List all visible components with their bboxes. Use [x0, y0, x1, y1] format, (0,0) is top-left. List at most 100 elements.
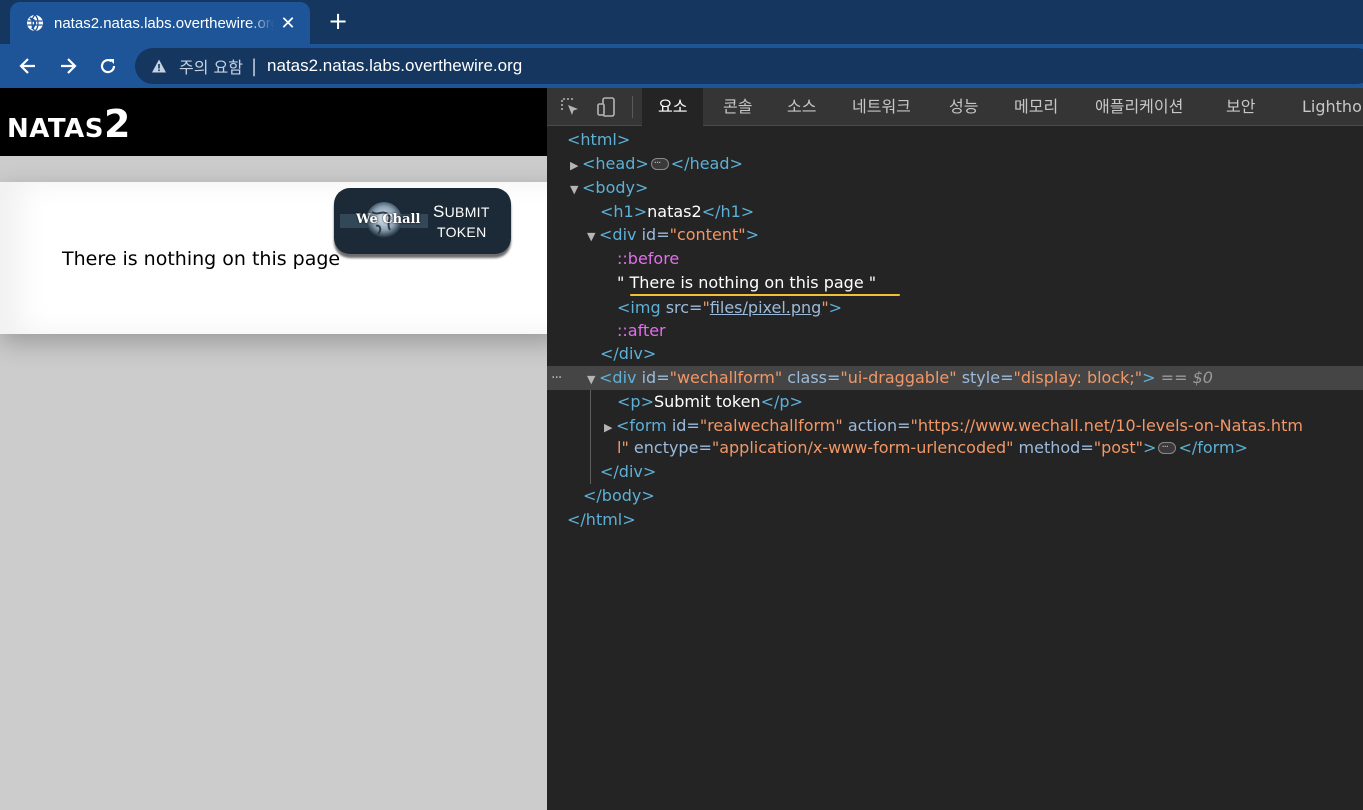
expand-triangle-icon[interactable]: ▶: [604, 416, 616, 440]
attr-value: "realwechallform": [699, 416, 843, 435]
tag-end: >: [828, 298, 843, 317]
dom-line-h1[interactable]: <h1>natas2</h1>: [600, 200, 1360, 224]
tab-performance[interactable]: 성능: [949, 88, 978, 126]
img-open-tag: <img: [617, 298, 661, 317]
reload-icon[interactable]: [94, 52, 122, 80]
attr-value: "https://www.wechall.net/10-levels-on-Na…: [910, 416, 1303, 435]
div-open-tag: <div: [599, 225, 637, 244]
dom-line-div-close[interactable]: </div>: [600, 342, 1360, 366]
pseudo-before: ::before: [617, 249, 680, 268]
attr-value: "wechallform": [669, 368, 783, 387]
tab-lighthouse[interactable]: Lighthouse: [1302, 88, 1363, 126]
html-open-tag: <html>: [567, 130, 631, 149]
security-warning-label[interactable]: 주의 요함: [179, 54, 243, 78]
close-icon[interactable]: ✕: [278, 13, 298, 34]
globe-icon: [27, 14, 43, 32]
submit-rest: UBMIT: [444, 204, 490, 220]
plus-icon[interactable]: +: [326, 8, 350, 34]
attr-value-cont: l": [617, 438, 629, 457]
attr-name: id: [641, 225, 657, 244]
tab-console[interactable]: 콘솔: [723, 88, 752, 126]
tab-sources[interactable]: 소스: [787, 88, 816, 126]
submit-first-letter: S: [433, 202, 445, 221]
dom-line-p[interactable]: <p>Submit token</p>: [617, 390, 1357, 414]
page-header: NATAS2: [0, 88, 547, 156]
wechall-submit-token-button[interactable]: We Chall SUBMIT TOKEN: [334, 188, 511, 254]
dom-line-text-node[interactable]: " There is nothing on this page ": [617, 271, 1357, 295]
dom-line-img[interactable]: <img src="files/pixel.png">: [617, 296, 1357, 320]
dom-line-body-open[interactable]: ▼ <body>: [570, 176, 1360, 200]
tab-memory[interactable]: 메모리: [1014, 88, 1058, 126]
tag-end: >: [1143, 438, 1157, 457]
quote-close: ": [868, 273, 877, 292]
div-close-tag: </div>: [600, 344, 657, 363]
page-title: NATAS2: [7, 102, 131, 146]
tab-elements[interactable]: 요소: [642, 88, 704, 126]
dom-line-form-cont[interactable]: l" enctype="application/x-www-form-urlen…: [617, 436, 1357, 460]
img-src-link[interactable]: files/pixel.png: [710, 298, 822, 317]
token-label: TOKEN: [437, 224, 487, 240]
h1-open-tag: <h1>: [600, 202, 648, 221]
dom-line-div-content[interactable]: ▼ <div id="content">: [587, 223, 1357, 247]
browser-tab-active[interactable]: natas2.natas.labs.overthewire.org ✕: [10, 2, 310, 44]
tab-title: natas2.natas.labs.overthewire.org: [54, 14, 274, 32]
devtools-tabbar: 요소 콘솔 소스 네트워크 성능 메모리 애플리케이션 보안 Lighthous…: [547, 88, 1363, 126]
h1-close-tag: </h1>: [701, 202, 755, 221]
dom-line-form[interactable]: ▶ <form id="realwechallform" action="http…: [604, 414, 1360, 438]
arrow-left-icon[interactable]: [14, 52, 42, 80]
attr-name: src: [665, 298, 690, 317]
dom-line-head[interactable]: ▶<head> </head>: [570, 152, 1360, 176]
tab-strip: natas2.natas.labs.overthewire.org ✕ +: [0, 0, 1363, 44]
collapsed-ellipsis-icon[interactable]: [650, 152, 669, 176]
device-toolbar-icon[interactable]: [595, 96, 617, 118]
attr-value: "application/x-www-form-urlencoded": [711, 438, 1014, 457]
p-text: Submit token: [653, 392, 761, 411]
address-bar[interactable]: 주의 요함 | natas2.natas.labs.overthewire.or…: [135, 48, 1363, 84]
quote: ": [821, 298, 829, 317]
omnibox-separator: |: [250, 55, 258, 77]
tab-network[interactable]: 네트워크: [852, 88, 911, 126]
expand-triangle-icon[interactable]: ▶: [570, 154, 582, 178]
collapse-triangle-icon[interactable]: ▼: [587, 225, 599, 249]
dom-line-before[interactable]: ::before: [617, 247, 1357, 271]
attr-name: style: [961, 368, 1001, 387]
browser-toolbar: 주의 요함 | natas2.natas.labs.overthewire.or…: [0, 44, 1363, 88]
p-open-tag: <p>: [617, 392, 654, 411]
head-open-tag: <head>: [582, 154, 649, 173]
tab-security[interactable]: 보안: [1226, 88, 1255, 126]
tag-end: >: [745, 225, 759, 244]
collapse-triangle-icon[interactable]: ▼: [587, 368, 599, 392]
inspect-element-icon[interactable]: [559, 96, 581, 118]
wechall-logo-text: We Chall: [356, 212, 421, 227]
quote: ": [702, 298, 710, 317]
warning-triangle-icon[interactable]: [151, 58, 167, 74]
p-close-tag: </p>: [760, 392, 803, 411]
dom-line-wechallform-selected[interactable]: ··· ▼ <div id="wechallform" class="ui-drag…: [547, 366, 1363, 390]
indent-guide: [590, 378, 591, 484]
more-options-icon[interactable]: ···: [551, 366, 562, 390]
div-open-tag: <div: [599, 368, 637, 387]
arrow-right-icon[interactable]: [54, 52, 82, 80]
submit-label: SUBMIT: [433, 202, 490, 222]
dollar-zero: $0: [1192, 368, 1213, 387]
form-close-tag: </form>: [1178, 438, 1248, 457]
attr-value: "post": [1093, 438, 1144, 457]
dom-line-div-close-2[interactable]: </div>: [600, 460, 1360, 484]
devtools-divider: [632, 96, 633, 118]
dom-line-html-open[interactable]: <html>: [567, 128, 1357, 152]
collapse-triangle-icon[interactable]: ▼: [570, 178, 582, 202]
dom-line-html-close[interactable]: </html>: [567, 508, 1357, 532]
attr-name: id: [641, 368, 657, 387]
html-close-tag: </html>: [567, 510, 636, 529]
collapsed-ellipsis-icon[interactable]: [1158, 436, 1177, 460]
attr-value: "display: block;": [1013, 368, 1143, 387]
dom-line-after[interactable]: ::after: [617, 319, 1357, 343]
url-text[interactable]: natas2.natas.labs.overthewire.org: [267, 56, 522, 76]
dom-line-body-close[interactable]: </body>: [583, 484, 1359, 508]
content-text: There is nothing on this page: [62, 248, 341, 270]
attr-name: id: [671, 416, 687, 435]
head-close-tag: </head>: [670, 154, 743, 173]
attr-value: "ui-draggable": [840, 368, 957, 387]
tab-application[interactable]: 애플리케이션: [1095, 88, 1183, 126]
attr-name: action: [847, 416, 898, 435]
